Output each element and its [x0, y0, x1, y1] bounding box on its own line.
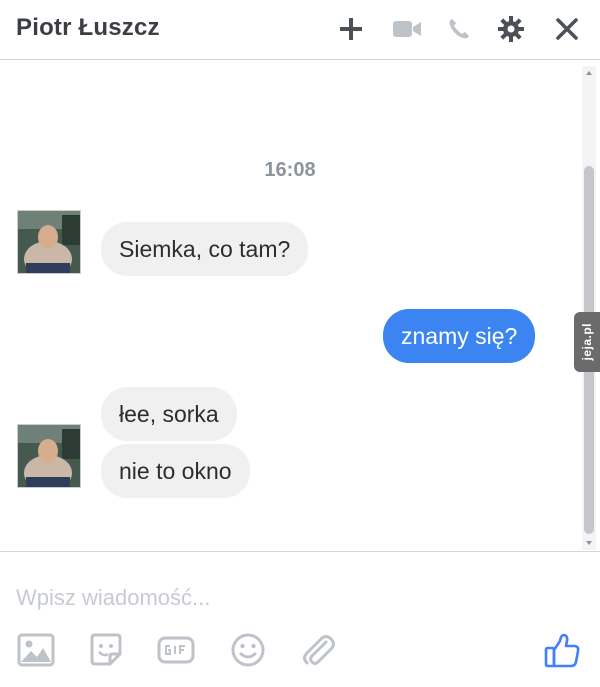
phone-icon: [449, 19, 469, 39]
sticker-button[interactable]: [84, 628, 128, 672]
chat-title[interactable]: Piotr Łuszcz: [16, 14, 160, 42]
avatar[interactable]: [17, 424, 81, 488]
avatar[interactable]: [17, 210, 81, 274]
attach-file-button[interactable]: [296, 628, 340, 672]
emoji-icon: [231, 633, 265, 667]
message-timestamp: 16:08: [264, 159, 316, 181]
gear-icon: [498, 16, 524, 42]
close-button[interactable]: [550, 12, 584, 46]
message-composer: [0, 551, 600, 687]
message-bubble[interactable]: znamy się?: [383, 309, 536, 363]
like-button[interactable]: [540, 628, 584, 672]
message-list[interactable]: 16:08 Siemka, co tam? znamy się? łee, so…: [0, 61, 600, 551]
plus-icon: [340, 18, 362, 40]
gif-button[interactable]: [154, 628, 198, 672]
watermark-text: jeja.pl: [580, 323, 594, 361]
scroll-down-arrow-icon[interactable]: [584, 536, 594, 550]
chat-window: Piotr Łuszcz 16:08 Siemka, co tam? znamy…: [0, 0, 600, 687]
video-call-button[interactable]: [390, 12, 424, 46]
close-icon: [556, 18, 578, 40]
image-icon: [17, 633, 55, 667]
message-input[interactable]: [16, 582, 556, 614]
message-bubble[interactable]: Siemka, co tam?: [101, 222, 309, 276]
video-call-icon: [393, 21, 421, 37]
message-bubble[interactable]: nie to okno: [101, 444, 250, 498]
voice-call-button[interactable]: [442, 12, 476, 46]
chat-header: Piotr Łuszcz: [0, 0, 600, 60]
like-icon: [544, 633, 580, 668]
message-bubble[interactable]: łee, sorka: [101, 387, 237, 441]
gif-icon: [157, 636, 195, 664]
add-people-button[interactable]: [334, 12, 368, 46]
settings-button[interactable]: [494, 12, 528, 46]
scroll-up-arrow-icon[interactable]: [584, 66, 594, 80]
emoji-button[interactable]: [226, 628, 270, 672]
watermark: jeja.pl: [574, 312, 600, 372]
avatar-photo: [18, 211, 80, 273]
send-photo-button[interactable]: [14, 628, 58, 672]
sticker-icon: [90, 633, 122, 666]
attachment-icon: [303, 635, 335, 665]
avatar-photo: [18, 425, 80, 487]
